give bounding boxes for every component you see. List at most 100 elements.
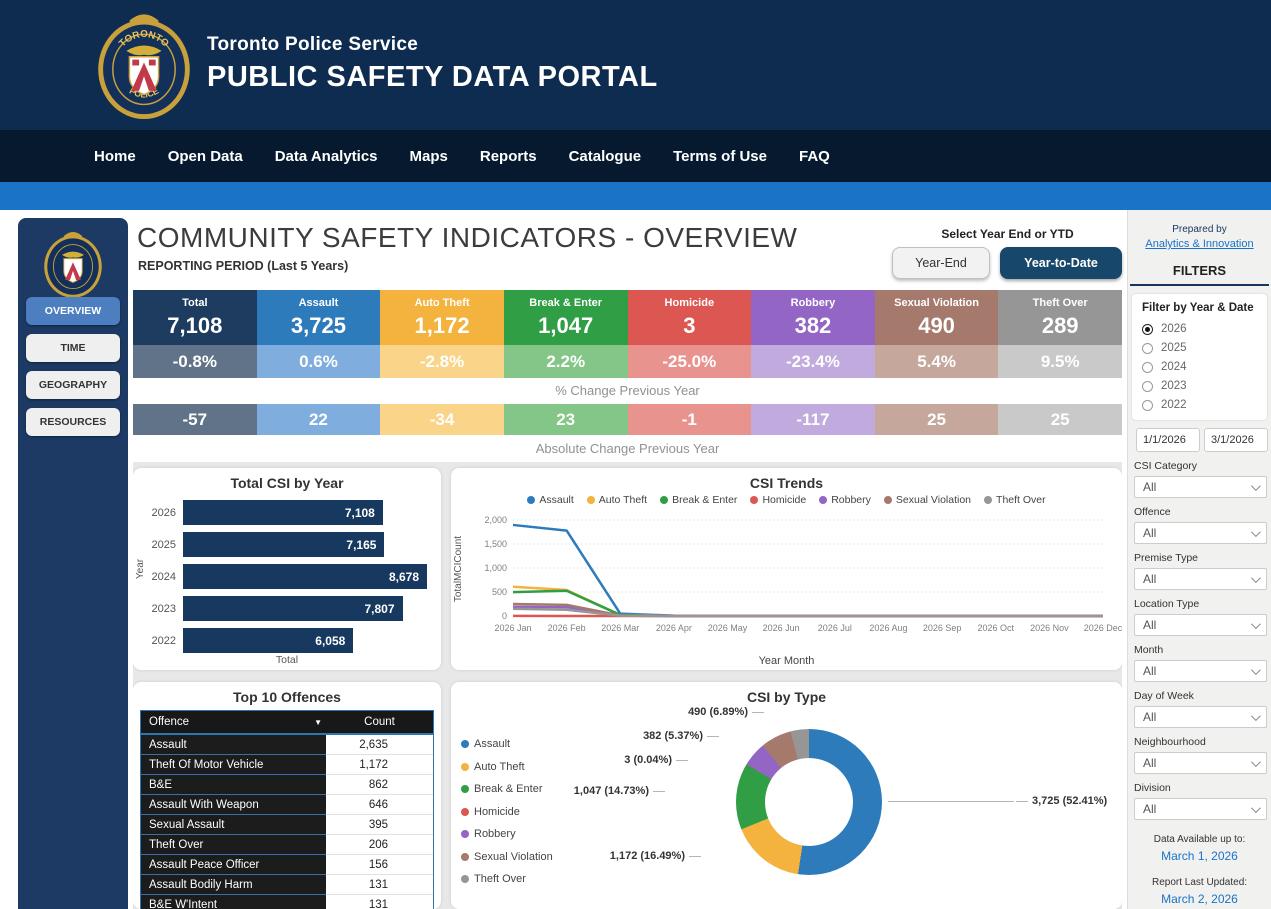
table-row[interactable]: Theft Over206 — [141, 835, 433, 855]
year-radio-2024[interactable]: 2024 — [1142, 361, 1267, 373]
table-row[interactable]: B&E862 — [141, 775, 433, 795]
bar-2023[interactable]: 20237,807 — [143, 596, 427, 621]
date-to-input[interactable] — [1204, 428, 1268, 452]
app-window: TORONTO POLICE Toronto Police Service PU… — [0, 0, 1271, 909]
col-offence[interactable]: Offence — [149, 716, 189, 728]
nav-data-analytics[interactable]: Data Analytics — [259, 148, 394, 165]
table-row[interactable]: B&E W'Intent131 — [141, 895, 433, 909]
chevron-down-icon — [1251, 757, 1261, 767]
legend-homicide[interactable]: Homicide — [750, 494, 806, 506]
nav-home[interactable]: Home — [94, 148, 152, 165]
data-available-label: Data Available up to: — [1128, 834, 1271, 845]
kpi-card-sexual-violation[interactable]: Sexual Violation490 — [875, 290, 999, 345]
year-radio-2023[interactable]: 2023 — [1142, 380, 1267, 392]
year-filter-label: Filter by Year & Date — [1142, 302, 1267, 314]
table-row[interactable]: Assault Bodily Harm131 — [141, 875, 433, 895]
sidebar-item-time[interactable]: TIME — [26, 334, 120, 362]
pie-legend-sexual-violation[interactable]: Sexual Violation — [461, 851, 553, 863]
kpi-pct-sexual-violation: 5.4% — [875, 345, 999, 378]
year-to-date-button[interactable]: Year-to-Date — [1000, 247, 1122, 279]
year-radio-2022[interactable]: 2022 — [1142, 399, 1267, 411]
chevron-down-icon — [1251, 711, 1261, 721]
legend-break-enter[interactable]: Break & Enter — [660, 494, 737, 506]
nav-catalogue[interactable]: Catalogue — [553, 148, 658, 165]
dropdown-premise-type[interactable]: All — [1134, 568, 1267, 590]
kpi-card-assault[interactable]: Assault3,725 — [257, 290, 381, 345]
kpi-card-homicide[interactable]: Homicide3 — [628, 290, 752, 345]
bar-2024[interactable]: 20248,678 — [143, 564, 427, 589]
dropdown-neighbourhood[interactable]: All — [1134, 752, 1267, 774]
dropdown-csi-category[interactable]: All — [1134, 476, 1267, 498]
table-header-row[interactable]: Offence ▼ Count — [141, 711, 433, 735]
legend-dot — [461, 830, 469, 838]
kpi-card-total[interactable]: Total7,108 — [133, 290, 257, 345]
nav-maps[interactable]: Maps — [394, 148, 464, 165]
bar-chart-x-axis-label: Total — [133, 654, 441, 666]
table-title: Top 10 Offences — [133, 682, 441, 705]
top-offences-table: Offence ▼ Count Assault2,635Theft Of Mot… — [140, 710, 434, 909]
kpi-abs-sexual-violation: 25 — [875, 404, 999, 435]
sort-desc-icon[interactable]: ▼ — [314, 718, 326, 727]
dropdown-day-of-week[interactable]: All — [1134, 706, 1267, 728]
col-count[interactable]: Count — [326, 716, 433, 728]
table-row[interactable]: Assault With Weapon646 — [141, 795, 433, 815]
kpi-card-auto-theft[interactable]: Auto Theft1,172 — [380, 290, 504, 345]
sidebar-item-resources[interactable]: RESOURCES — [26, 408, 120, 436]
nav-terms-of-use[interactable]: Terms of Use — [657, 148, 783, 165]
pie-legend-auto-theft[interactable]: Auto Theft — [461, 761, 553, 773]
analytics-innovation-link[interactable]: Analytics & Innovation — [1128, 238, 1271, 250]
chevron-down-icon — [1251, 803, 1261, 813]
dropdown-division[interactable]: All — [1134, 798, 1267, 820]
bar-2025[interactable]: 20257,165 — [143, 532, 427, 557]
year-end-button[interactable]: Year-End — [892, 247, 990, 279]
sidebar-item-geography[interactable]: GEOGRAPHY — [26, 371, 120, 399]
kpi-pct-assault: 0.6% — [257, 345, 381, 378]
dropdown-location-type[interactable]: All — [1134, 614, 1267, 636]
legend-theft-over[interactable]: Theft Over — [984, 494, 1046, 506]
pie-legend-theft-over[interactable]: Theft Over — [461, 873, 553, 885]
callout-homicide: 3 (0.04%) — [558, 754, 688, 766]
radio-icon — [1142, 324, 1153, 335]
nav-faq[interactable]: FAQ — [783, 148, 846, 165]
reporting-period: REPORTING PERIOD (Last 5 Years) — [138, 259, 348, 273]
legend-auto-theft[interactable]: Auto Theft — [587, 494, 647, 506]
donut-chart[interactable] — [736, 729, 882, 875]
pie-legend-assault[interactable]: Assault — [461, 738, 553, 750]
filter-day-of-week: Day of WeekAll — [1134, 690, 1267, 728]
kpi-card-break-enter[interactable]: Break & Enter1,047 — [504, 290, 628, 345]
svg-text:2026 Oct: 2026 Oct — [977, 623, 1014, 633]
svg-text:2026 Jan: 2026 Jan — [494, 623, 531, 633]
bar-2022[interactable]: 20226,058 — [143, 628, 427, 653]
table-row[interactable]: Assault2,635 — [141, 735, 433, 755]
sidebar-item-overview[interactable]: OVERVIEW — [26, 297, 120, 325]
dropdown-offence[interactable]: All — [1134, 522, 1267, 544]
kpi-card-theft-over[interactable]: Theft Over289 — [998, 290, 1122, 345]
pie-legend-robbery[interactable]: Robbery — [461, 828, 553, 840]
year-radio-2025[interactable]: 2025 — [1142, 342, 1267, 354]
filters-divider — [1130, 284, 1269, 286]
dropdown-month[interactable]: All — [1134, 660, 1267, 682]
filters-heading: FILTERS — [1128, 263, 1271, 278]
nav-reports[interactable]: Reports — [464, 148, 553, 165]
filter-neighbourhood: NeighbourhoodAll — [1134, 736, 1267, 774]
date-from-input[interactable] — [1136, 428, 1200, 452]
legend-sexual-violation[interactable]: Sexual Violation — [884, 494, 971, 506]
table-row[interactable]: Theft Of Motor Vehicle1,172 — [141, 755, 433, 775]
year-radio-2026[interactable]: 2026 — [1142, 323, 1267, 335]
kpi-card-robbery[interactable]: Robbery382 — [751, 290, 875, 345]
table-row[interactable]: Assault Peace Officer156 — [141, 855, 433, 875]
nav-open-data[interactable]: Open Data — [152, 148, 259, 165]
pie-legend-homicide[interactable]: Homicide — [461, 806, 553, 818]
kpi-abs-assault: 22 — [257, 404, 381, 435]
portal-title: PUBLIC SAFETY DATA PORTAL — [207, 61, 658, 94]
legend-assault[interactable]: Assault — [527, 494, 573, 506]
bar-2026[interactable]: 20267,108 — [143, 500, 427, 525]
tps-crest-logo-small — [42, 228, 104, 299]
pie-legend: AssaultAuto TheftBreak & EnterHomicideRo… — [461, 738, 553, 896]
table-row[interactable]: Sexual Assault395 — [141, 815, 433, 835]
report-updated-date: March 2, 2026 — [1128, 892, 1271, 906]
svg-text:1,500: 1,500 — [484, 539, 507, 549]
csi-trends-chart: CSI Trends AssaultAuto TheftBreak & Ente… — [451, 468, 1122, 670]
kpi-pct-homicide: -25.0% — [628, 345, 752, 378]
legend-robbery[interactable]: Robbery — [819, 494, 871, 506]
